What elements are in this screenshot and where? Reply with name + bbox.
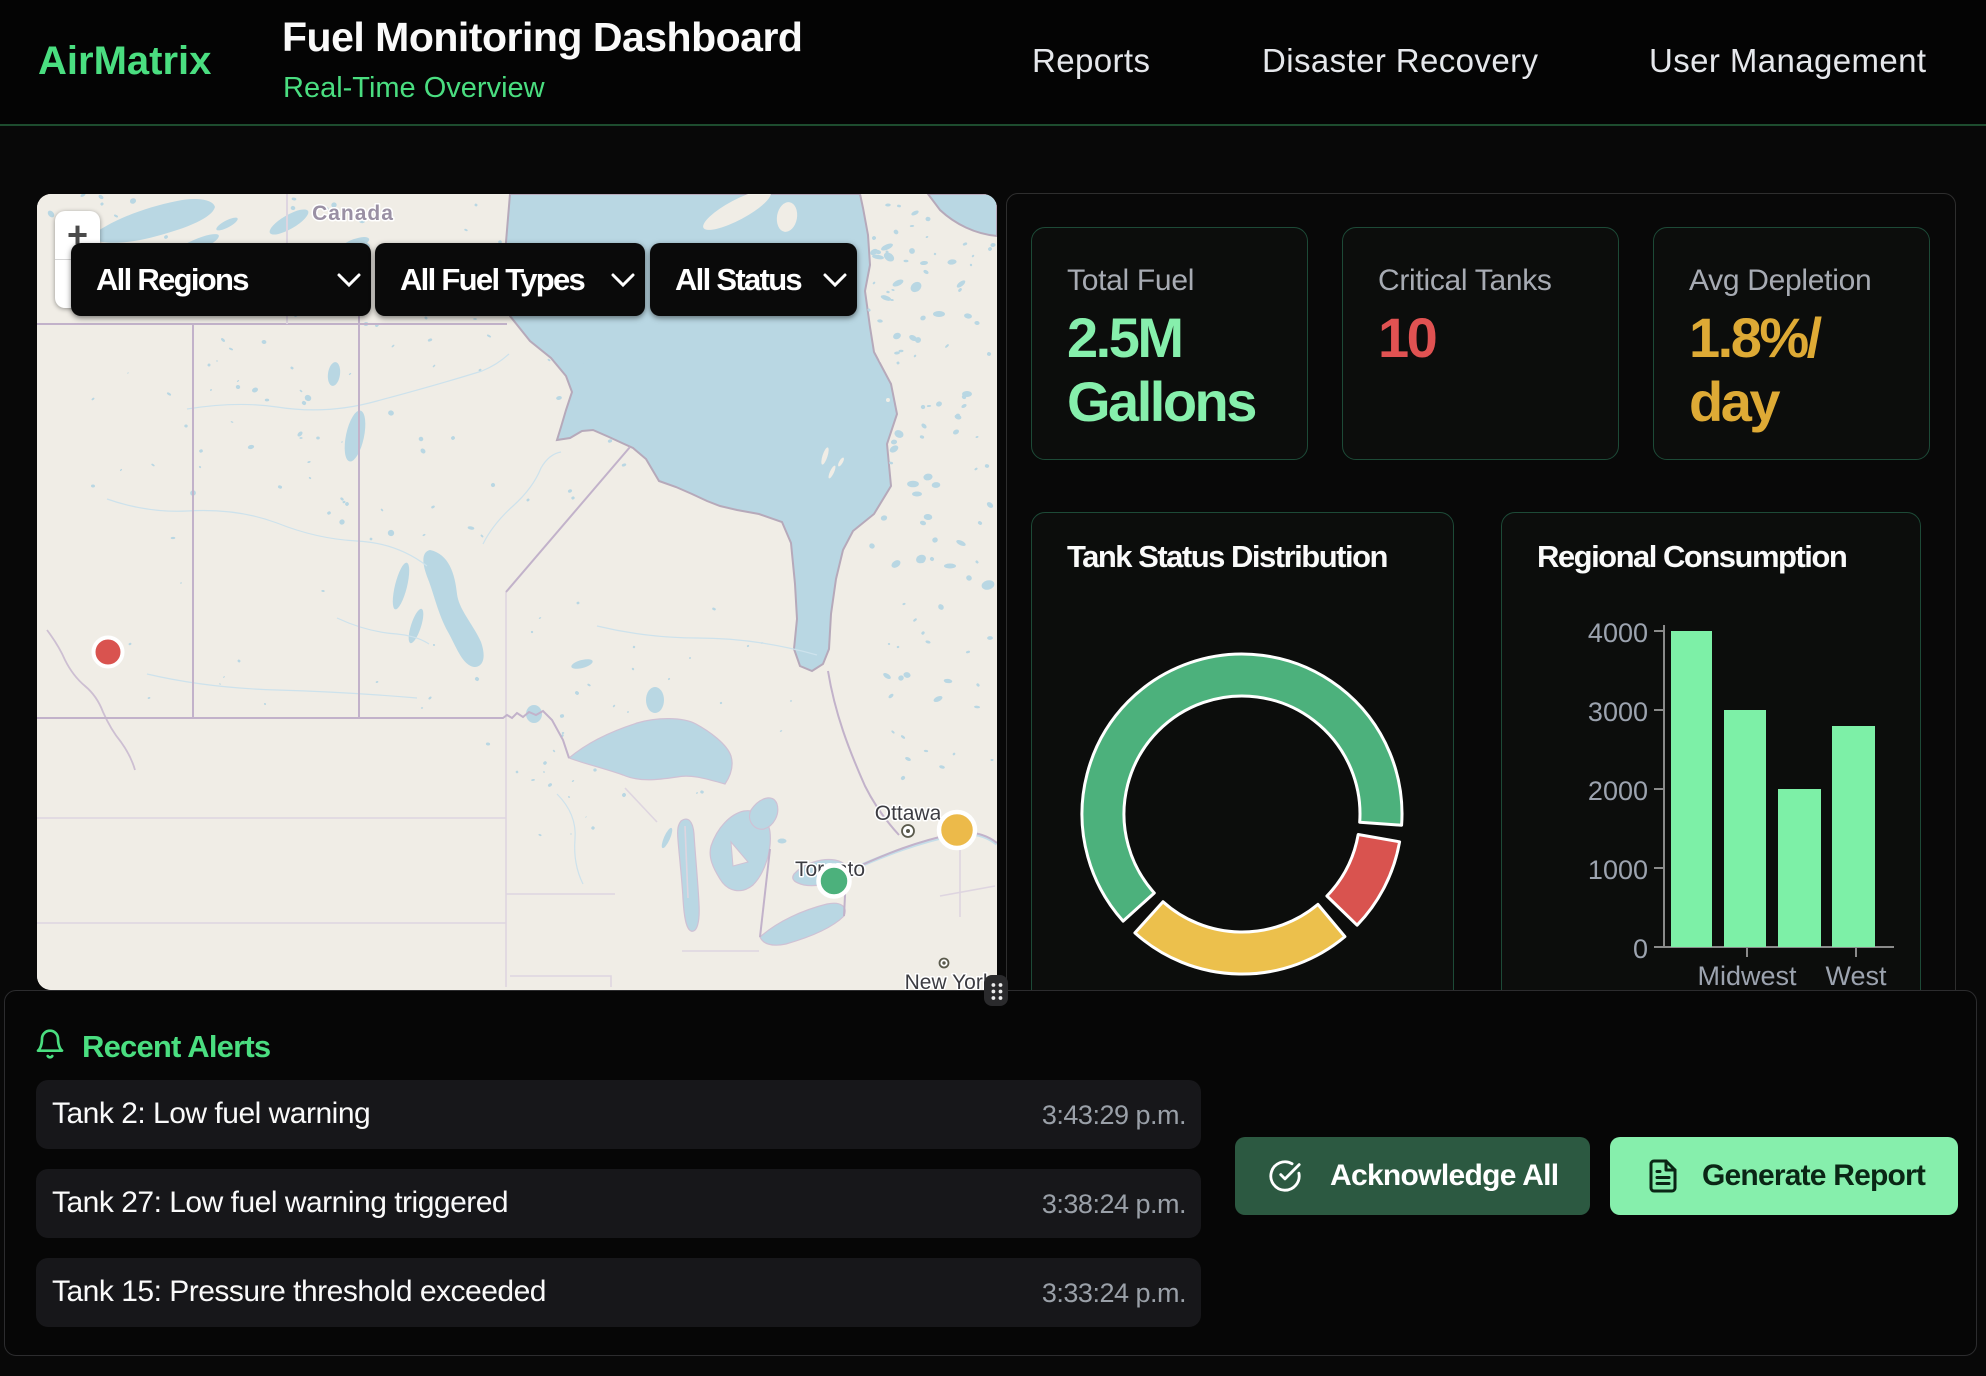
svg-text:New York: New York — [905, 971, 994, 990]
svg-text:Ottawa: Ottawa — [875, 802, 942, 825]
svg-text:Canada: Canada — [312, 202, 394, 225]
svg-text:1000: 1000 — [1588, 855, 1648, 885]
svg-text:3000: 3000 — [1588, 697, 1648, 727]
svg-text:4000: 4000 — [1588, 618, 1648, 648]
svg-text:0: 0 — [1633, 934, 1648, 964]
svg-text:2000: 2000 — [1588, 776, 1648, 806]
svg-text:West: West — [1825, 961, 1887, 991]
svg-text:Midwest: Midwest — [1697, 961, 1797, 991]
